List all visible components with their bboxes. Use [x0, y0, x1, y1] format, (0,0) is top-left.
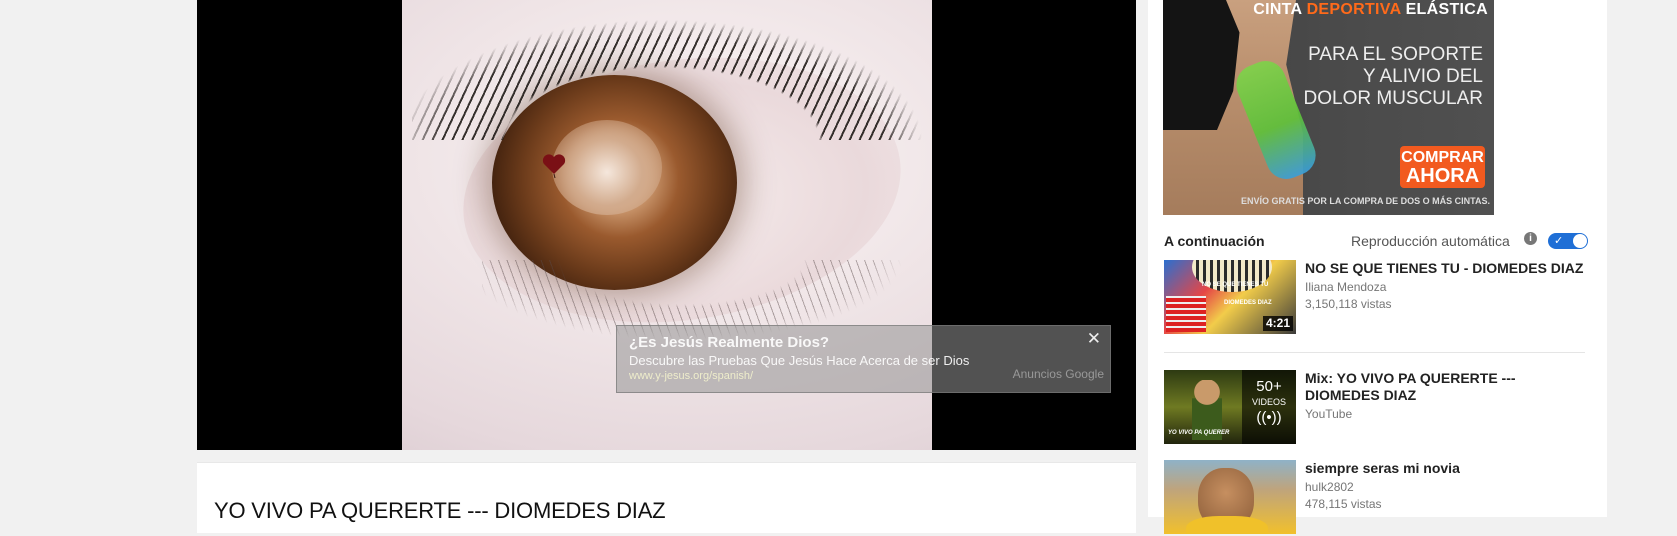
- ad-body: PARA EL SOPORTE Y ALIVIO DEL DOLOR MUSCU…: [1283, 44, 1483, 110]
- overlay-ad[interactable]: ¿Es Jesús Realmente Dios? Descubre las P…: [616, 325, 1111, 393]
- autoplay-toggle[interactable]: ✓: [1548, 233, 1588, 249]
- up-next-heading: A continuación: [1164, 233, 1265, 249]
- overlay-ad-brand: Anuncios Google: [1012, 367, 1104, 381]
- mix-count: 50+: [1256, 378, 1282, 395]
- toggle-knob: [1573, 234, 1587, 248]
- ad-headline: CINTA DEPORTIVA ELÁSTICA: [1233, 1, 1488, 19]
- recommendation-title[interactable]: Mix: YO VIVO PA QUERERTE --- DIOMEDES DI…: [1305, 370, 1590, 404]
- duration-badge: 4:21: [1262, 316, 1293, 331]
- video-info-card: YO VIVO PA QUERERTE --- DIOMEDES DIAZ: [197, 462, 1136, 533]
- divider: [1164, 352, 1585, 353]
- ad-headline-suffix: ELÁSTICA: [1400, 1, 1488, 18]
- recommendation-channel: YouTube: [1305, 407, 1353, 421]
- ad-body-line: PARA EL SOPORTE: [1308, 44, 1483, 65]
- overlay-ad-url[interactable]: www.y-jesus.org/spanish/: [629, 370, 753, 382]
- thumbnail-caption: NO SE QUE TIENES TU: [1202, 282, 1269, 288]
- thumbnail-accordion-image: [1166, 296, 1206, 332]
- page-gutter: [1607, 0, 1677, 517]
- video-player[interactable]: ¿Es Jesús Realmente Dios? Descubre las P…: [197, 0, 1136, 450]
- ad-headline-prefix: CINTA: [1253, 1, 1307, 18]
- thumbnail-caption: YO VIVO PA QUERER: [1168, 430, 1230, 436]
- overlay-ad-description[interactable]: Descubre las Pruebas Que Jesús Hace Acer…: [629, 353, 969, 368]
- recommendation-item-mix[interactable]: YO VIVO PA QUERER 50+ VIDEOS ((•)) Mix: …: [1164, 370, 1594, 446]
- sidebar-display-ad[interactable]: CINTA DEPORTIVA ELÁSTICA PARA EL SOPORTE…: [1163, 0, 1494, 215]
- recommendation-channel: Iliana Mendoza: [1305, 280, 1387, 294]
- ad-buy-now-button[interactable]: COMPRAR AHORA: [1400, 146, 1485, 188]
- ad-footer-text: ENVÍO GRATIS POR LA COMPRA DE DOS O MÁS …: [1240, 196, 1490, 206]
- recommendation-meta: Mix: YO VIVO PA QUERERTE --- DIOMEDES DI…: [1305, 370, 1590, 423]
- thumbnail-shirt-image: [1186, 516, 1268, 534]
- ad-cta-line2: AHORA: [1405, 165, 1480, 187]
- info-icon[interactable]: i: [1524, 232, 1537, 245]
- recommendation-meta: NO SE QUE TIENES TU - DIOMEDES DIAZ Ilia…: [1305, 260, 1590, 313]
- ad-body-line: DOLOR MUSCULAR: [1303, 88, 1483, 109]
- sidebar: CINTA DEPORTIVA ELÁSTICA PARA EL SOPORTE…: [1148, 0, 1607, 534]
- ad-headline-accent: DEPORTIVA: [1306, 1, 1401, 18]
- recommendation-views: 3,150,118 vistas: [1305, 297, 1392, 311]
- overlay-ad-close-icon[interactable]: ✕: [1087, 329, 1101, 349]
- video-thumbnail[interactable]: NO SE QUE TIENES TU DIOMEDES DIAZ 4:21: [1164, 260, 1296, 334]
- check-icon: ✓: [1554, 235, 1564, 247]
- eye-image-upper-lashes: [412, 0, 932, 140]
- recommendation-views: 478,115 vistas: [1305, 497, 1382, 511]
- broadcast-icon: ((•)): [1256, 409, 1282, 426]
- overlay-ad-title[interactable]: ¿Es Jesús Realmente Dios?: [629, 334, 829, 351]
- video-thumbnail[interactable]: YO VIVO PA QUERER 50+ VIDEOS ((•)): [1164, 370, 1296, 444]
- recommendation-channel: hulk2802: [1305, 480, 1354, 494]
- recommendation-title[interactable]: NO SE QUE TIENES TU - DIOMEDES DIAZ: [1305, 260, 1590, 277]
- video-title: YO VIVO PA QUERERTE --- DIOMEDES DIAZ: [214, 497, 666, 523]
- mix-label: VIDEOS: [1251, 397, 1286, 407]
- recommendation-item[interactable]: siempre seras mi novia hulk2802 478,115 …: [1164, 460, 1594, 536]
- autoplay-label: Reproducción automática: [1351, 233, 1510, 249]
- video-thumbnail[interactable]: [1164, 460, 1296, 534]
- thumbnail-caption: DIOMEDES DIAZ: [1224, 300, 1272, 306]
- recommendation-title[interactable]: siempre seras mi novia: [1305, 460, 1590, 477]
- ad-body-line: Y ALIVIO DEL: [1362, 66, 1483, 87]
- recommendation-meta: siempre seras mi novia hulk2802 478,115 …: [1305, 460, 1590, 513]
- recommendation-item[interactable]: NO SE QUE TIENES TU DIOMEDES DIAZ 4:21 N…: [1164, 260, 1594, 336]
- mix-overlay: 50+ VIDEOS ((•)): [1242, 370, 1296, 444]
- heart-balloon-icon: [542, 154, 566, 178]
